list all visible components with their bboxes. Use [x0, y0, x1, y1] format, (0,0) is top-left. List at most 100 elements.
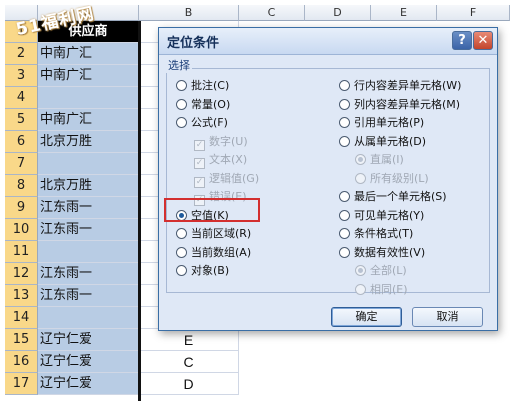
checkbox-icon: ✓ [194, 139, 205, 151]
group-label: 选择 [166, 57, 192, 73]
radio-icon [176, 80, 187, 91]
option-right_options-10: 全部(L) [355, 263, 407, 279]
row-header[interactable]: 4 [5, 87, 38, 109]
option-right_options-9[interactable]: 数据有效性(V) [339, 245, 425, 261]
cell-b[interactable]: D [139, 373, 239, 395]
option-label: 最后一个单元格(S) [354, 190, 447, 203]
option-left_options-6: ✓ 错误(E) [194, 189, 247, 206]
option-right_options-3[interactable]: 从属单元格(D) [339, 134, 426, 150]
option-left_options-7[interactable]: 空值(K) [176, 208, 229, 224]
row-header[interactable]: 13 [5, 285, 38, 307]
option-left_options-9[interactable]: 当前数组(A) [176, 245, 251, 261]
row-header[interactable]: 11 [5, 241, 38, 263]
option-right_options-7[interactable]: 可见单元格(Y) [339, 208, 424, 224]
cell-a[interactable]: 中南广汇 [38, 65, 139, 87]
radio-icon [339, 135, 350, 147]
radio-icon [176, 209, 187, 221]
option-label: 数字(U) [209, 134, 248, 148]
cell-a[interactable]: 中南广汇 [38, 43, 139, 65]
option-label: 数据有效性(V) [354, 245, 426, 259]
radio-icon [339, 80, 350, 91]
row-header[interactable]: 12 [5, 263, 38, 285]
row-header[interactable]: 17 [5, 373, 38, 395]
option-label: 错误(E) [209, 190, 247, 203]
option-label: 相同(E) [370, 282, 408, 296]
option-right_options-0[interactable]: 行内容差异单元格(W) [339, 78, 461, 94]
cell-a[interactable]: 江东雨一 [38, 285, 139, 307]
option-label: 文本(X) [209, 153, 248, 166]
radio-icon [355, 172, 366, 184]
cancel-button[interactable]: 取消 [412, 307, 483, 327]
option-right_options-5: 所有级别(L) [355, 171, 429, 187]
option-right_options-2[interactable]: 引用单元格(P) [339, 115, 424, 131]
row-header[interactable]: 2 [5, 43, 38, 65]
option-left_options-4: ✓ 文本(X) [194, 152, 248, 169]
option-label: 列内容差异单元格(M) [354, 97, 461, 111]
cell-a[interactable]: 北京万胜 [38, 131, 139, 153]
radio-icon [176, 228, 187, 239]
row-header[interactable]: 14 [5, 307, 38, 329]
row-header[interactable]: 8 [5, 175, 38, 197]
cell-a[interactable]: 辽宁仁爱 [38, 373, 139, 395]
row-header[interactable]: 10 [5, 219, 38, 241]
option-label: 当前数组(A) [191, 245, 252, 259]
cell-a[interactable]: 辽宁仁爱 [38, 351, 139, 373]
dialog-titlebar[interactable]: 定位条件 ? ✕ [159, 28, 497, 55]
row-header[interactable]: 15 [5, 329, 38, 351]
option-right_options-11: 相同(E) [355, 282, 408, 298]
option-label: 可见单元格(Y) [354, 208, 425, 222]
row-header[interactable]: 5 [5, 109, 38, 131]
row-header[interactable]: 9 [5, 197, 38, 219]
cell-a[interactable]: 中南广汇 [38, 109, 139, 131]
row-header[interactable]: 16 [5, 351, 38, 373]
column-header-b[interactable]: B [139, 5, 239, 21]
help-button[interactable]: ? [452, 31, 472, 50]
cell-a[interactable] [38, 241, 139, 263]
option-right_options-1[interactable]: 列内容差异单元格(M) [339, 97, 460, 113]
option-left_options-2[interactable]: 公式(F) [176, 115, 228, 131]
option-label: 引用单元格(P) [354, 116, 425, 129]
radio-icon [176, 117, 187, 128]
option-left_options-10[interactable]: 对象(B) [176, 263, 229, 279]
checkbox-icon: ✓ [194, 176, 205, 188]
cell-a[interactable] [38, 153, 139, 175]
checkbox-icon: ✓ [194, 195, 205, 206]
option-label: 对象(B) [191, 264, 230, 277]
cell-b[interactable]: E [139, 329, 239, 351]
option-label: 直属(I) [370, 153, 404, 166]
option-label: 当前区域(R) [191, 227, 252, 240]
option-right_options-6[interactable]: 最后一个单元格(S) [339, 189, 447, 205]
option-left_options-0[interactable]: 批注(C) [176, 78, 229, 94]
option-label: 空值(K) [191, 208, 229, 222]
column-header-d[interactable]: D [305, 5, 371, 21]
column-header-e[interactable]: E [371, 5, 437, 21]
radio-icon [355, 154, 366, 165]
radio-icon [339, 228, 350, 239]
option-label: 常量(O) [191, 97, 231, 111]
cell-a[interactable]: 辽宁仁爱 [38, 329, 139, 351]
row-header[interactable]: 7 [5, 153, 38, 175]
checkbox-icon: ✓ [194, 158, 205, 169]
cell-a[interactable] [38, 307, 139, 329]
cell-b[interactable]: C [139, 351, 239, 373]
option-left_options-5: ✓ 逻辑值(G) [194, 171, 259, 188]
option-left_options-8[interactable]: 当前区域(R) [176, 226, 251, 242]
option-right_options-8[interactable]: 条件格式(T) [339, 226, 413, 242]
radio-icon [339, 117, 350, 128]
option-right_options-4: 直属(I) [355, 152, 404, 168]
row-header[interactable]: 6 [5, 131, 38, 153]
option-left_options-1[interactable]: 常量(O) [176, 97, 230, 113]
close-button[interactable]: ✕ [473, 31, 493, 50]
column-header-c[interactable]: C [239, 5, 305, 21]
row-header[interactable]: 3 [5, 65, 38, 87]
cell-a[interactable]: 江东雨一 [38, 197, 139, 219]
column-header-f[interactable]: F [437, 5, 510, 21]
dialog-title: 定位条件 [167, 36, 220, 51]
option-label: 批注(C) [191, 79, 230, 92]
option-label: 条件格式(T) [354, 227, 414, 240]
ok-button[interactable]: 确定 [331, 307, 402, 327]
cell-a[interactable]: 江东雨一 [38, 219, 139, 241]
cell-a[interactable]: 北京万胜 [38, 175, 139, 197]
cell-a[interactable] [38, 87, 139, 109]
cell-a[interactable]: 江东雨一 [38, 263, 139, 285]
